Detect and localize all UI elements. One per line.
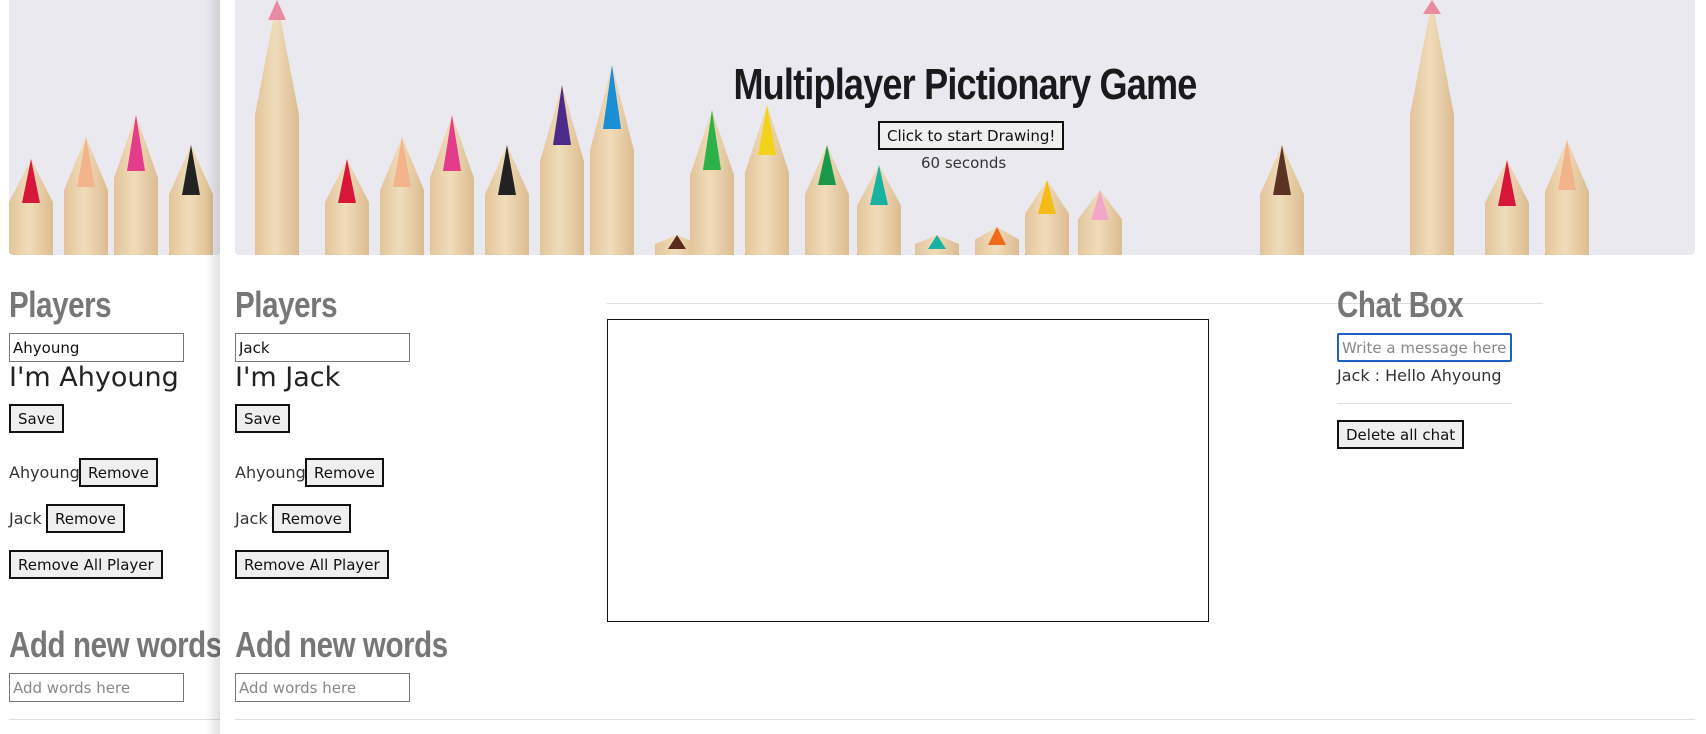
add-words-input[interactable] bbox=[235, 673, 410, 702]
remove-player-button[interactable]: Remove bbox=[272, 504, 351, 533]
left-browser-window: Players I'm Ahyoung Save Ahyoung Remove … bbox=[0, 0, 220, 734]
pencil-decoration bbox=[540, 85, 584, 255]
main-browser-window: Multiplayer Pictionary Game Click to sta… bbox=[220, 0, 1706, 734]
pencil-decoration bbox=[114, 115, 158, 255]
divider bbox=[1337, 403, 1512, 404]
save-button[interactable]: Save bbox=[235, 404, 290, 433]
pencil-decoration bbox=[690, 110, 734, 255]
pencil-decoration bbox=[325, 159, 369, 255]
remove-player-button[interactable]: Remove bbox=[305, 458, 384, 487]
player-greeting: I'm Ahyoung bbox=[9, 362, 179, 393]
delete-all-chat-button[interactable]: Delete all chat bbox=[1337, 420, 1465, 449]
drawing-canvas[interactable] bbox=[607, 319, 1209, 622]
player-name: Ahyoung bbox=[9, 463, 80, 482]
page-title: Multiplayer Pictionary Game bbox=[733, 60, 1197, 109]
remove-all-players-button[interactable]: Remove All Player bbox=[9, 550, 163, 579]
players-heading: Players bbox=[9, 284, 112, 325]
timer-text: 60 seconds bbox=[921, 154, 1007, 172]
pencil-decoration bbox=[255, 0, 299, 255]
pencil-decoration bbox=[9, 159, 53, 255]
players-heading: Players bbox=[235, 284, 338, 325]
pencil-decoration bbox=[915, 235, 959, 255]
add-words-heading: Add new words bbox=[235, 624, 448, 665]
remove-player-button[interactable]: Remove bbox=[79, 458, 158, 487]
player-name-input[interactable] bbox=[235, 333, 410, 362]
pencil-decoration bbox=[1078, 190, 1122, 255]
pencil-decoration bbox=[975, 227, 1019, 255]
pencil-decoration bbox=[430, 115, 474, 255]
player-name: Ahyoung bbox=[235, 463, 306, 482]
save-button[interactable]: Save bbox=[9, 404, 64, 433]
pencil-decoration bbox=[745, 105, 789, 255]
player-name: Jack bbox=[9, 509, 42, 528]
pencil-decoration bbox=[1025, 180, 1069, 255]
divider bbox=[235, 719, 1695, 720]
pencil-decoration bbox=[857, 165, 901, 255]
pencil-decoration bbox=[64, 137, 108, 255]
pencil-decoration bbox=[805, 145, 849, 255]
player-greeting: I'm Jack bbox=[235, 362, 341, 393]
pencil-decoration bbox=[169, 145, 213, 255]
remove-player-button[interactable]: Remove bbox=[46, 504, 125, 533]
add-words-heading: Add new words bbox=[9, 624, 220, 665]
pencil-decoration bbox=[1545, 140, 1589, 255]
pencil-decoration bbox=[1410, 0, 1454, 255]
pencil-decoration bbox=[380, 137, 424, 255]
pencil-decoration bbox=[485, 145, 529, 255]
remove-all-players-button[interactable]: Remove All Player bbox=[235, 550, 389, 579]
player-name-input[interactable] bbox=[9, 333, 184, 362]
player-name: Jack bbox=[235, 509, 268, 528]
start-drawing-button[interactable]: Click to start Drawing! bbox=[878, 121, 1065, 150]
chat-message: Jack : Hello Ahyoung bbox=[1337, 366, 1502, 385]
add-words-input[interactable] bbox=[9, 673, 184, 702]
pencil-decoration bbox=[1485, 160, 1529, 255]
chat-message-input[interactable] bbox=[1337, 333, 1512, 362]
pencil-decoration bbox=[1260, 145, 1304, 255]
banner-image bbox=[9, 0, 220, 255]
divider bbox=[9, 719, 220, 720]
chat-box-heading: Chat Box bbox=[1337, 284, 1464, 325]
